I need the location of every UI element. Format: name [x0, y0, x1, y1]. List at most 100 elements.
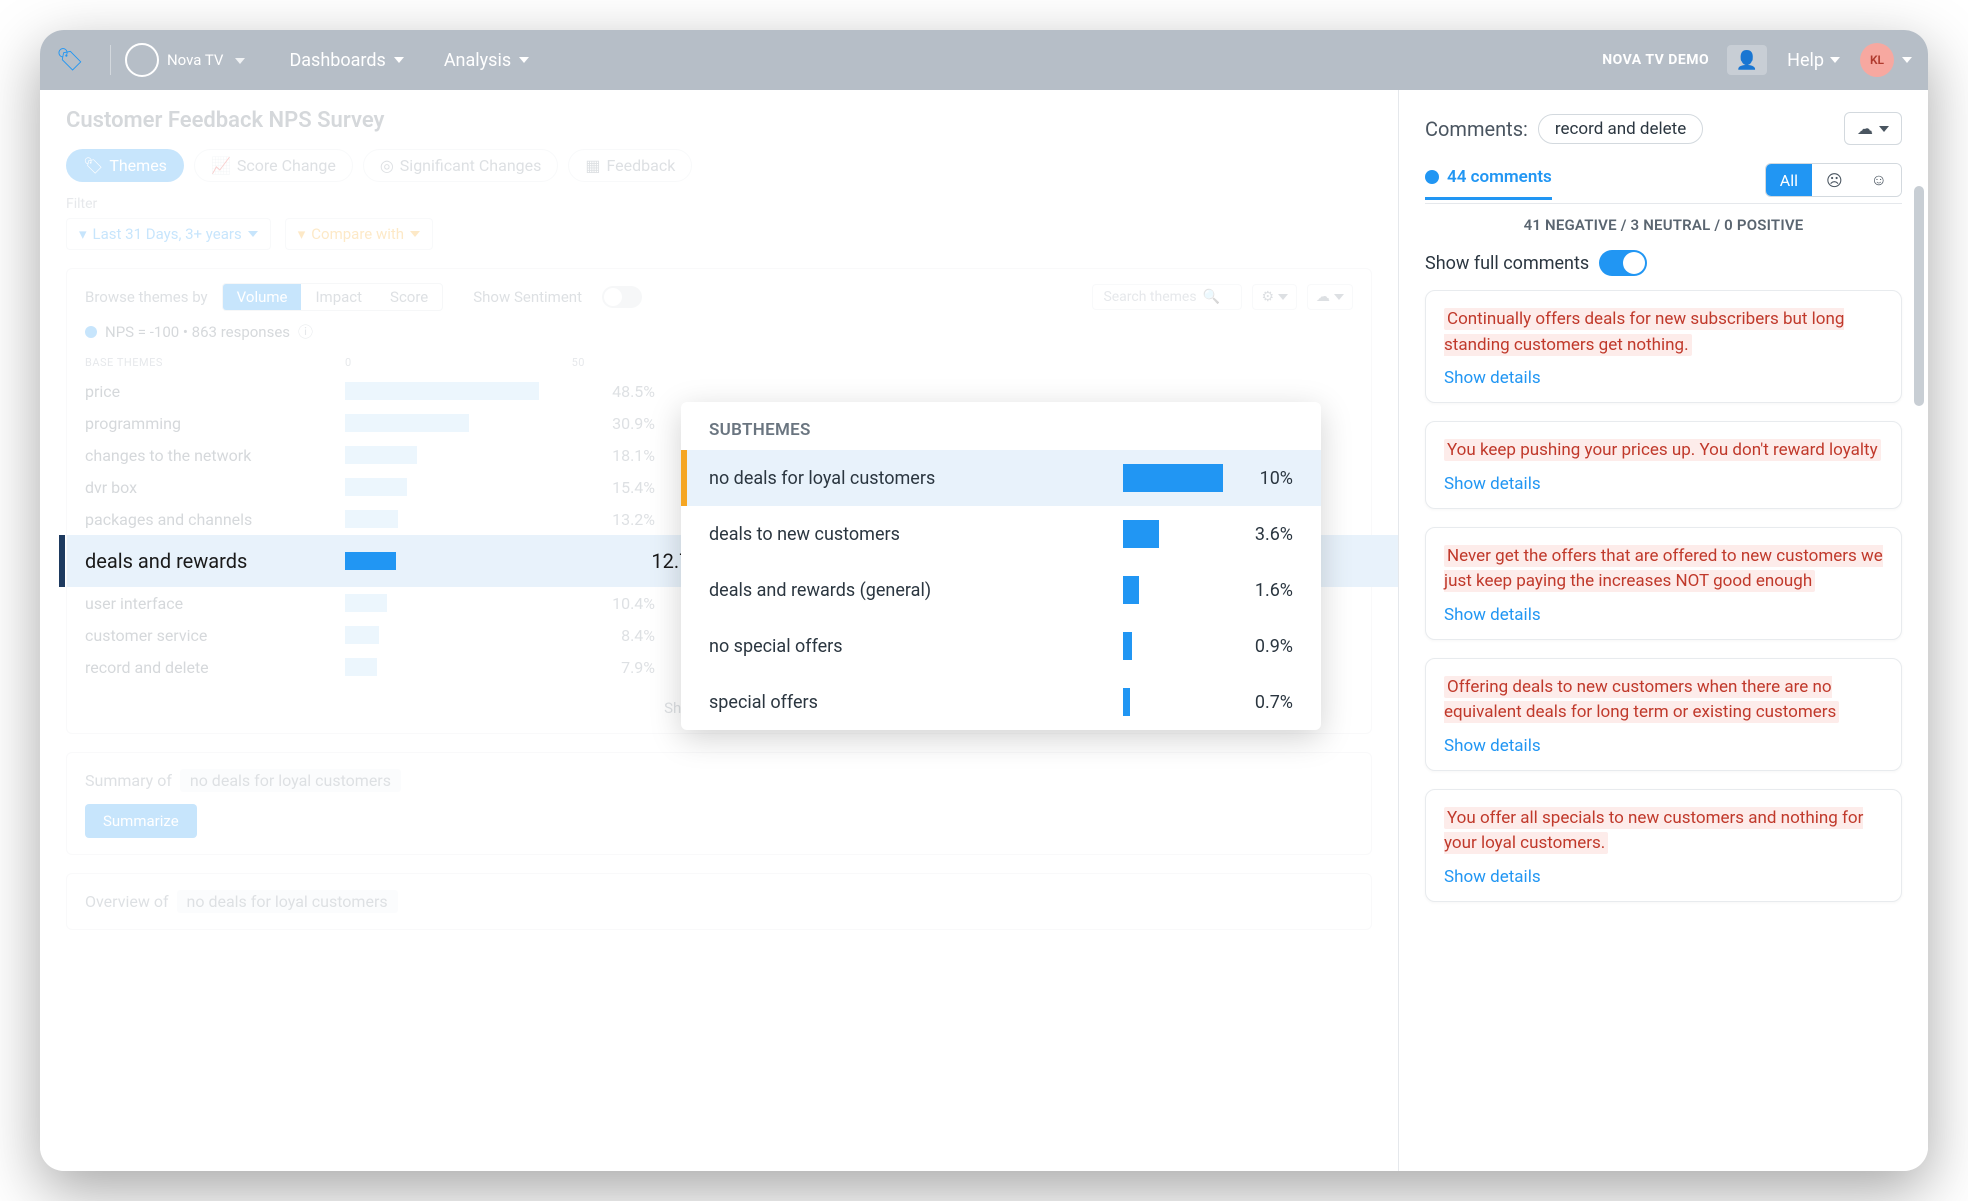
filter-compare[interactable]: ▾Compare with [285, 218, 433, 250]
user-menu-button[interactable]: 👤 [1727, 45, 1767, 75]
seg-volume[interactable]: Volume [223, 284, 302, 310]
subtheme-pct: 0.9% [1223, 636, 1293, 657]
theme-pct: 8.4% [585, 626, 655, 645]
full-comments-toggle[interactable] [1599, 250, 1647, 276]
target-icon: ◎ [380, 156, 394, 175]
comments-count[interactable]: 44 comments [1425, 167, 1552, 200]
axis-zero: 0 [345, 356, 352, 369]
info-icon[interactable]: ⓘ [298, 321, 313, 342]
page-title: Customer Feedback NPS Survey [66, 108, 1372, 133]
tab-feedback[interactable]: ▦Feedback [568, 149, 692, 182]
subtheme-pct: 0.7% [1223, 692, 1293, 713]
theme-name: deals and rewards [85, 549, 345, 573]
comments-label: Comments: [1425, 117, 1528, 141]
subtheme-name: special offers [709, 692, 1123, 713]
show-details-link[interactable]: Show details [1444, 368, 1883, 388]
axis-fifty: 50 [572, 356, 585, 369]
search-themes-placeholder: Search themes [1103, 289, 1196, 305]
avatar[interactable]: KL [1860, 43, 1894, 77]
subthemes-header: SUBTHEMES [681, 402, 1321, 450]
filter-negative[interactable]: ☹ [1812, 164, 1857, 196]
tab-significant-changes[interactable]: ◎Significant Changes [363, 149, 559, 182]
nav-analysis-label: Analysis [444, 50, 511, 71]
theme-bar [345, 446, 417, 464]
sentiment-label: Show Sentiment [473, 288, 582, 306]
comment-card: Continually offers deals for new subscri… [1425, 290, 1902, 403]
subtheme-row[interactable]: special offers 0.7% [681, 674, 1321, 730]
browse-segment: Volume Impact Score [222, 283, 444, 311]
nps-text: NPS = -100 • 863 responses [105, 323, 290, 341]
comment-card: Offering deals to new customers when the… [1425, 658, 1902, 771]
search-themes-input[interactable]: Search themes🔍 [1092, 284, 1242, 310]
summary-chip: no deals for loyal customers [180, 769, 401, 792]
seg-score[interactable]: Score [376, 284, 442, 310]
subtheme-bar [1123, 632, 1132, 660]
avatar-dropdown[interactable] [1902, 57, 1912, 63]
subtheme-name: no deals for loyal customers [709, 468, 1123, 489]
show-details-link[interactable]: Show details [1444, 474, 1883, 494]
demo-label: NOVA TV DEMO [1602, 52, 1709, 68]
subtheme-row[interactable]: deals to new customers3.6% [681, 506, 1321, 562]
sentiment-toggle[interactable] [602, 286, 642, 308]
theme-name: changes to the network [85, 446, 345, 465]
comment-card: Never get the offers that are offered to… [1425, 527, 1902, 640]
comment-text: Offering deals to new customers when the… [1444, 675, 1883, 726]
theme-bar [345, 594, 387, 612]
subtheme-name: deals and rewards (general) [709, 580, 1123, 601]
download-comments-button[interactable]: ☁ [1844, 112, 1902, 145]
theme-pct: 18.1% [585, 446, 655, 465]
seg-impact[interactable]: Impact [301, 284, 376, 310]
comments-filter-tag[interactable]: record and delete [1538, 114, 1703, 144]
nav-analysis[interactable]: Analysis [424, 50, 549, 71]
col-base-themes: BASE THEMES [85, 356, 345, 369]
subtheme-row[interactable]: no deals for loyal customers 10% [681, 450, 1321, 506]
browse-label: Browse themes by [85, 288, 208, 306]
brand-dropdown[interactable] [235, 53, 245, 67]
subtheme-row[interactable]: no special offers 0.9% [681, 618, 1321, 674]
filter-date-label: Last 31 Days, 3+ years [93, 225, 242, 243]
subtheme-pct: 1.6% [1223, 580, 1293, 601]
chevron-down-icon [1334, 294, 1344, 300]
tab-score-change[interactable]: 📈Score Change [194, 149, 353, 182]
settings-button[interactable]: ⚙ [1252, 284, 1297, 310]
theme-bar [345, 414, 469, 432]
tab-feedback-label: Feedback [607, 156, 676, 175]
scrollbar[interactable] [1914, 186, 1924, 406]
theme-pct: 10.4% [585, 594, 655, 613]
filter-date[interactable]: ▾Last 31 Days, 3+ years [66, 218, 271, 250]
summarize-button[interactable]: Summarize [85, 804, 197, 838]
brand-logo [125, 43, 159, 77]
chevron-down-icon [394, 57, 404, 63]
help-menu[interactable]: Help [1787, 50, 1840, 71]
theme-bar [345, 382, 539, 400]
tag-icon: 🏷 [56, 48, 84, 73]
theme-name: customer service [85, 626, 345, 645]
tab-score-change-label: Score Change [237, 156, 336, 175]
theme-name: price [85, 382, 345, 401]
filter-positive[interactable]: ☺ [1857, 164, 1901, 196]
gear-icon: ⚙ [1261, 289, 1274, 305]
subtheme-row[interactable]: deals and rewards (general) 1.6% [681, 562, 1321, 618]
subtheme-bar [1123, 688, 1130, 716]
download-button[interactable]: ☁ [1307, 284, 1353, 310]
theme-pct: 15.4% [585, 478, 655, 497]
chevron-down-icon [1278, 294, 1288, 300]
show-details-link[interactable]: Show details [1444, 867, 1883, 887]
show-details-link[interactable]: Show details [1444, 605, 1883, 625]
theme-name: user interface [85, 594, 345, 613]
tab-themes[interactable]: 🏷Themes [66, 149, 184, 182]
show-details-link[interactable]: Show details [1444, 736, 1883, 756]
chevron-down-icon [519, 57, 529, 63]
theme-pct: 13.2% [585, 510, 655, 529]
summary-prefix: Summary of [85, 771, 172, 790]
nav-dashboards[interactable]: Dashboards [269, 50, 423, 71]
subtheme-name: no special offers [709, 636, 1123, 657]
filter-all[interactable]: All [1766, 164, 1812, 196]
subtheme-bar [1123, 576, 1139, 604]
chevron-down-icon [248, 231, 258, 237]
subtheme-pct: 10% [1223, 468, 1293, 489]
chevron-down-icon [1879, 126, 1889, 132]
theme-name: packages and channels [85, 510, 345, 529]
subtheme-name: deals to new customers [709, 524, 1123, 545]
person-icon: 👤 [1736, 50, 1758, 71]
